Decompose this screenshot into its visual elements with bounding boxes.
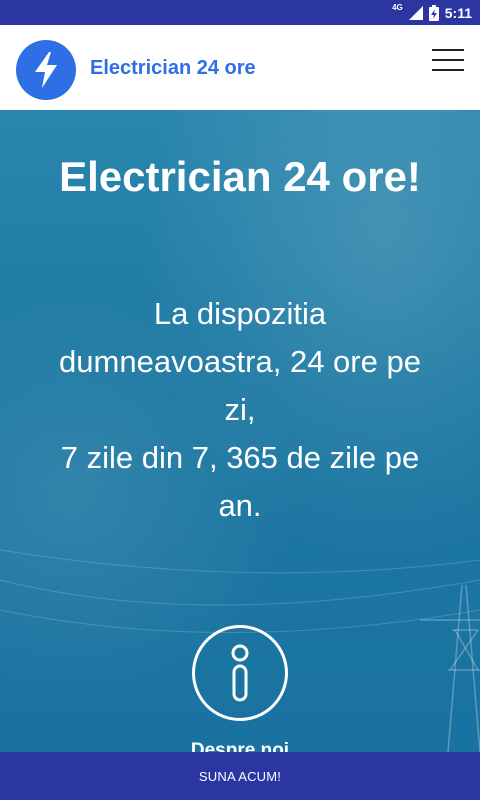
brand-title[interactable]: Electrician 24 ore (90, 57, 256, 80)
call-now-button[interactable]: SUNA ACUM! (0, 752, 480, 800)
lightning-bolt-icon (35, 52, 57, 88)
subtitle-line: an. (218, 488, 262, 523)
clock: 5:11 (444, 4, 472, 21)
network-type-label: 4G (392, 3, 403, 12)
hero-section: Electrician 24 ore! La dispozitia dumnea… (0, 110, 480, 752)
menu-button[interactable] (432, 49, 464, 71)
subtitle-line: La dispozitia (153, 296, 327, 331)
subtitle-line: 7 zile din 7, 365 de zile pe (60, 440, 420, 475)
hamburger-menu-icon (432, 49, 464, 51)
battery-charging-icon (428, 4, 439, 21)
hero-subtitle: La dispozitia dumneavoastra, 24 ore pe z… (20, 290, 460, 530)
logo[interactable] (16, 40, 76, 100)
subtitle-line: dumneavoastra, 24 ore pe (59, 344, 421, 379)
status-bar: 4G 5:11 (0, 0, 480, 25)
about-label[interactable]: Despre noi (140, 740, 340, 752)
app-header: Electrician 24 ore (0, 25, 480, 110)
about-button[interactable] (192, 625, 288, 721)
hero-title: Electrician 24 ore! (59, 153, 421, 200)
signal-icon (408, 5, 423, 20)
subtitle-line: zi, (224, 392, 256, 427)
info-icon (231, 644, 249, 702)
